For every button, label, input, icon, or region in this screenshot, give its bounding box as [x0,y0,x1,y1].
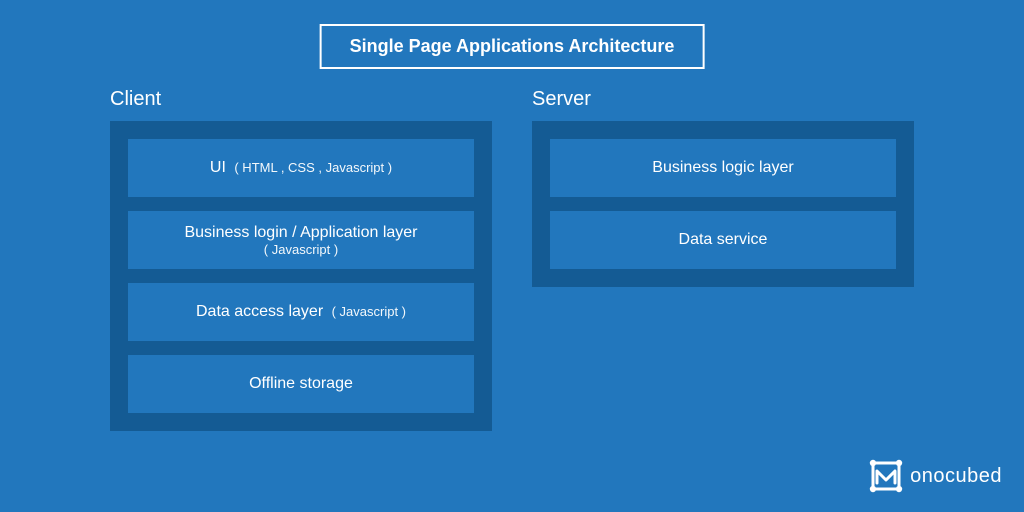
brand-logo: onocubed [868,458,1002,494]
client-layer-offline-storage: Offline storage [128,355,474,413]
columns-row: Client UI ( HTML , CSS , Javascript ) Bu… [0,88,1024,431]
server-label: Server [532,88,914,111]
brand-text: onocubed [910,465,1002,488]
server-layer-business-logic: Business logic layer [550,139,896,197]
client-layer-ui-main: UI [210,159,226,176]
diagram-title-text: Single Page Applications Architecture [350,36,675,56]
diagram-title: Single Page Applications Architecture [320,24,705,69]
client-label: Client [110,88,492,111]
client-layer-business-main: Business login / Application layer [184,224,417,242]
server-layer-data-service-main: Data service [679,231,768,249]
server-layer-business-main: Business logic layer [652,159,793,177]
client-layer-ui-sub: ( HTML , CSS , Javascript ) [234,160,392,175]
client-box: UI ( HTML , CSS , Javascript ) Business … [110,121,492,431]
server-box: Business logic layer Data service [532,121,914,287]
client-layer-business: Business login / Application layer ( Jav… [128,211,474,269]
client-layer-business-sub: ( Javascript ) [264,242,338,257]
monocubed-logo-icon [868,458,904,494]
server-layer-data-service: Data service [550,211,896,269]
client-layer-offline-main: Offline storage [249,375,353,393]
client-layer-data-access-sub: ( Javascript ) [332,304,406,319]
server-column: Server Business logic layer Data service [532,88,914,431]
client-layer-data-access: Data access layer ( Javascript ) [128,283,474,341]
client-layer-ui: UI ( HTML , CSS , Javascript ) [128,139,474,197]
client-column: Client UI ( HTML , CSS , Javascript ) Bu… [110,88,492,431]
client-layer-data-access-main: Data access layer [196,303,323,320]
